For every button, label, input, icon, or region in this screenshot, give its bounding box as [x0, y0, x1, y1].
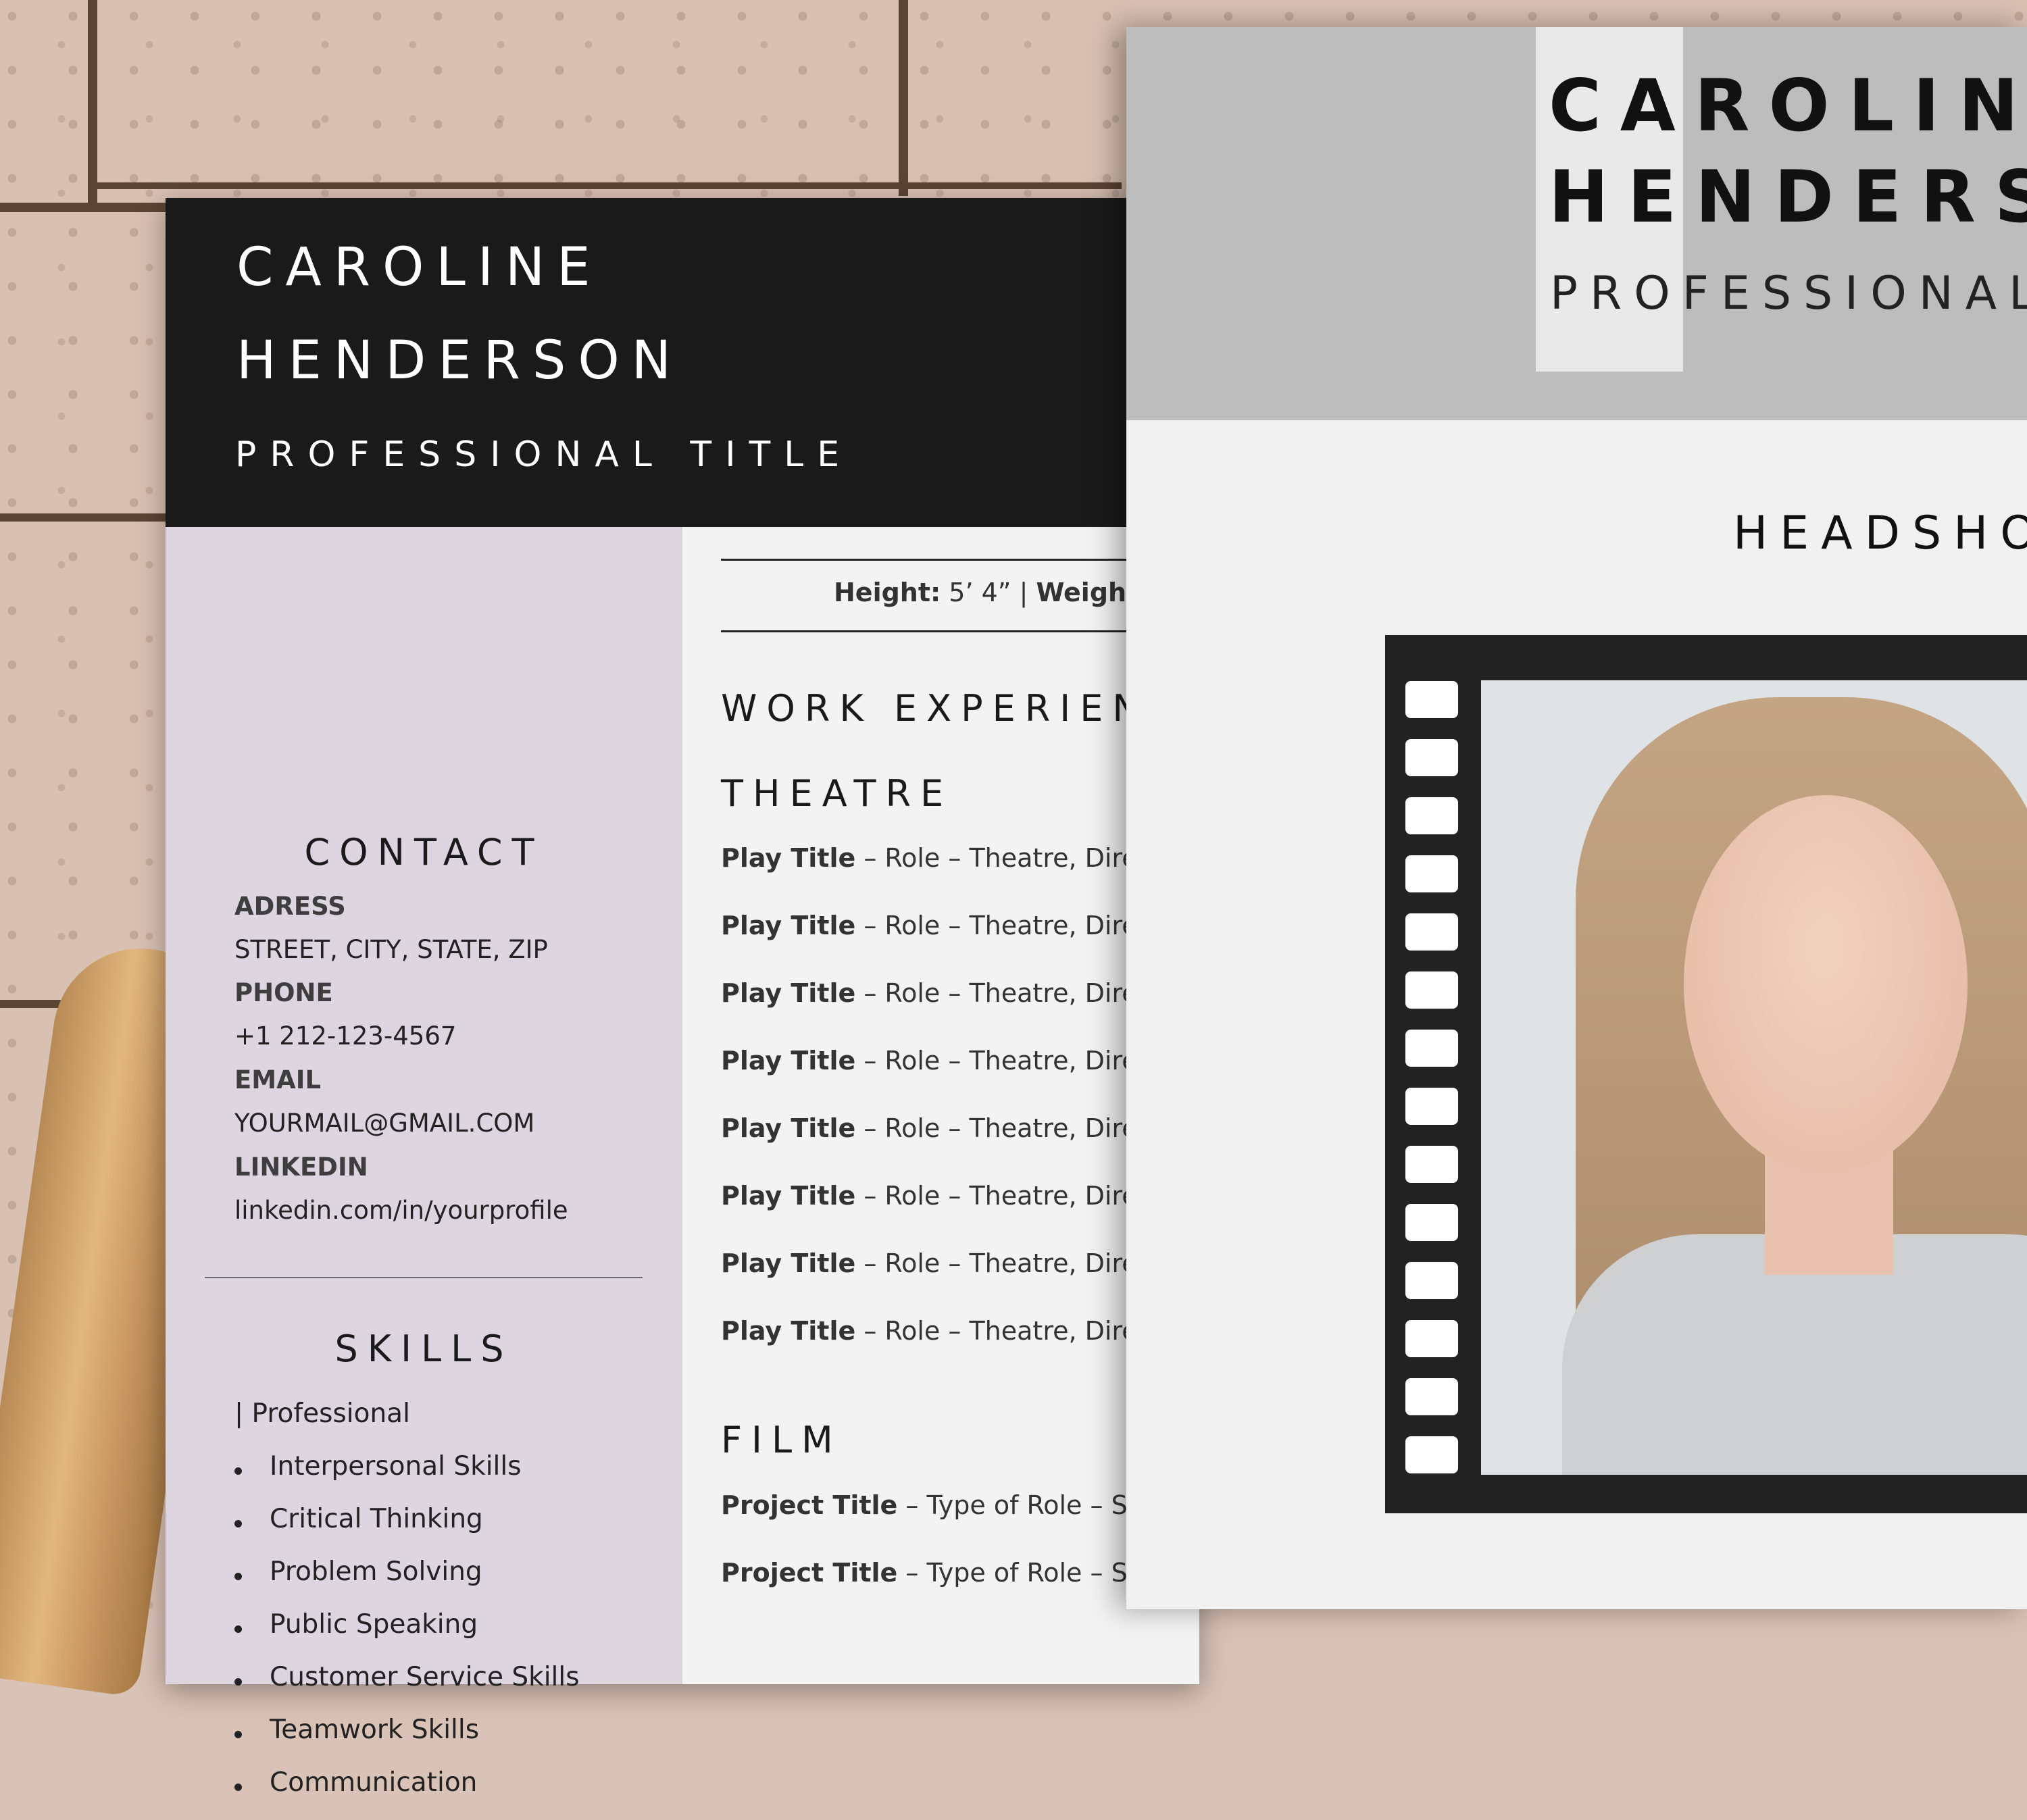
project-details: – Type of Role – St	[897, 1490, 1138, 1520]
play-title: Play Title	[721, 1181, 856, 1211]
film-sprocket	[1405, 1204, 1458, 1241]
film-sprocket	[1405, 1146, 1458, 1183]
tile-grout	[899, 0, 908, 196]
resume-sidebar: CONTACT ADRESS STREET, CITY, STATE, ZIP …	[166, 527, 682, 1798]
theatre-row: Play Title – Role – Theatre, Dire	[721, 911, 1138, 940]
film-sprocket	[1405, 797, 1458, 834]
film-sprocket	[1405, 1378, 1458, 1415]
theatre-row: Play Title – Role – Theatre, Dire	[721, 1181, 1138, 1211]
play-details: – Role – Theatre, Dire	[855, 911, 1138, 940]
play-details: – Role – Theatre, Dire	[855, 1046, 1138, 1076]
headshot-photo	[1481, 680, 2027, 1475]
tile-grout	[0, 203, 169, 212]
film-sprocket	[1405, 739, 1458, 776]
play-title: Play Title	[721, 843, 856, 873]
theatre-row: Play Title – Role – Theatre, Dire	[721, 1316, 1138, 1346]
film-row: Project Title – Type of Role – St	[721, 1558, 1138, 1588]
sidebar-divider	[205, 1277, 643, 1278]
tile-grout	[0, 513, 169, 522]
skill-item: Teamwork Skills	[234, 1715, 580, 1767]
play-details: – Role – Theatre, Dire	[855, 843, 1138, 873]
film-sprocket	[1405, 971, 1458, 1009]
project-title: Project Title	[721, 1558, 898, 1588]
theatre-row: Play Title – Role – Theatre, Dire	[721, 1113, 1138, 1143]
right-name-first: CAROLINE	[1549, 64, 2027, 147]
play-title: Play Title	[721, 1316, 856, 1346]
work-experience-heading: WORK EXPERIEN	[721, 687, 1149, 730]
name-first: CAROLINE	[236, 237, 603, 298]
photo-face	[1684, 795, 1968, 1173]
height-value: 5’ 4” |	[941, 578, 1036, 607]
film-sprocket	[1405, 1030, 1458, 1067]
professional-title: PROFESSIONAL TITLE	[235, 434, 853, 475]
play-title: Play Title	[721, 1113, 856, 1143]
height-label: Height:	[834, 578, 941, 607]
film-sprocket	[1405, 1320, 1458, 1357]
skills-list: Interpersonal Skills Critical Thinking P…	[234, 1451, 580, 1820]
film-sprocket	[1405, 681, 1458, 718]
play-details: – Role – Theatre, Dire	[855, 1181, 1138, 1211]
skill-item: Problem Solving	[234, 1557, 580, 1609]
skills-heading: SKILLS	[334, 1328, 514, 1370]
right-page-header: CAROLINE HENDERS PROFESSIONAL	[1126, 27, 2027, 420]
right-professional-title: PROFESSIONAL	[1550, 267, 2027, 320]
phone-value: +1 212-123-4567	[234, 1021, 457, 1051]
theatre-row: Play Title – Role – Theatre, Dire	[721, 1248, 1138, 1278]
project-details: – Type of Role – St	[897, 1558, 1138, 1588]
email-label: EMAIL	[234, 1065, 322, 1094]
film-row: Project Title – Type of Role – St	[721, 1490, 1138, 1520]
address-label: ADRESS	[234, 892, 346, 921]
film-heading: FILM	[721, 1419, 843, 1461]
resume-header: CAROLINE HENDERSON PROFESSIONAL TITLE	[166, 198, 1199, 527]
resume-main: Height: 5’ 4” | Weight: 1 WORK EXPERIEN …	[682, 527, 1199, 1684]
play-details: – Role – Theatre, Dire	[855, 978, 1138, 1008]
play-title: Play Title	[721, 1248, 856, 1278]
film-strip-frame	[1385, 635, 2027, 1513]
play-title: Play Title	[721, 978, 856, 1008]
project-title: Project Title	[721, 1490, 898, 1520]
tile-grout	[88, 0, 97, 203]
film-sprocket	[1405, 855, 1458, 892]
skills-group-label: | Professional	[234, 1398, 410, 1429]
film-sprocket	[1405, 913, 1458, 951]
tile-grout	[88, 182, 1122, 189]
theatre-row: Play Title – Role – Theatre, Dire	[721, 978, 1138, 1008]
film-sprocket	[1405, 1088, 1458, 1125]
film-sprocket	[1405, 1262, 1458, 1299]
skill-item: Communication	[234, 1767, 580, 1820]
resume-page-left: CAROLINE HENDERSON PROFESSIONAL TITLE CO…	[166, 198, 1199, 1798]
play-title: Play Title	[721, 1046, 856, 1076]
resume-page-right: CAROLINE HENDERS PROFESSIONAL HEADSHOT	[1126, 27, 2027, 1609]
address-value: STREET, CITY, STATE, ZIP	[234, 935, 548, 964]
skill-item: Customer Service Skills	[234, 1662, 580, 1715]
headshot-heading: HEADSHOT	[1733, 507, 2027, 560]
skill-item: Interpersonal Skills	[234, 1451, 580, 1504]
theatre-row: Play Title – Role – Theatre, Dire	[721, 843, 1138, 873]
skill-item: Public Speaking	[234, 1609, 580, 1662]
email-value: YOURMAIL@GMAIL.COM	[234, 1109, 535, 1138]
linkedin-label: LINKEDIN	[234, 1153, 368, 1182]
right-name-last: HENDERS	[1549, 155, 2027, 238]
height-weight: Height: 5’ 4” | Weight: 1	[834, 578, 1174, 607]
film-sprocket	[1405, 1436, 1458, 1473]
skill-item: Critical Thinking	[234, 1504, 580, 1557]
phone-label: PHONE	[234, 978, 333, 1007]
theatre-row: Play Title – Role – Theatre, Dire	[721, 1046, 1138, 1076]
name-last: HENDERSON	[236, 330, 684, 391]
linkedin-value: linkedin.com/in/yourprofile	[234, 1196, 568, 1225]
play-title: Play Title	[721, 911, 856, 940]
contact-heading: CONTACT	[304, 831, 544, 874]
play-details: – Role – Theatre, Dire	[855, 1248, 1138, 1278]
play-details: – Role – Theatre, Dire	[855, 1113, 1138, 1143]
play-details: – Role – Theatre, Dire	[855, 1316, 1138, 1346]
theatre-heading: THEATRE	[721, 772, 953, 815]
